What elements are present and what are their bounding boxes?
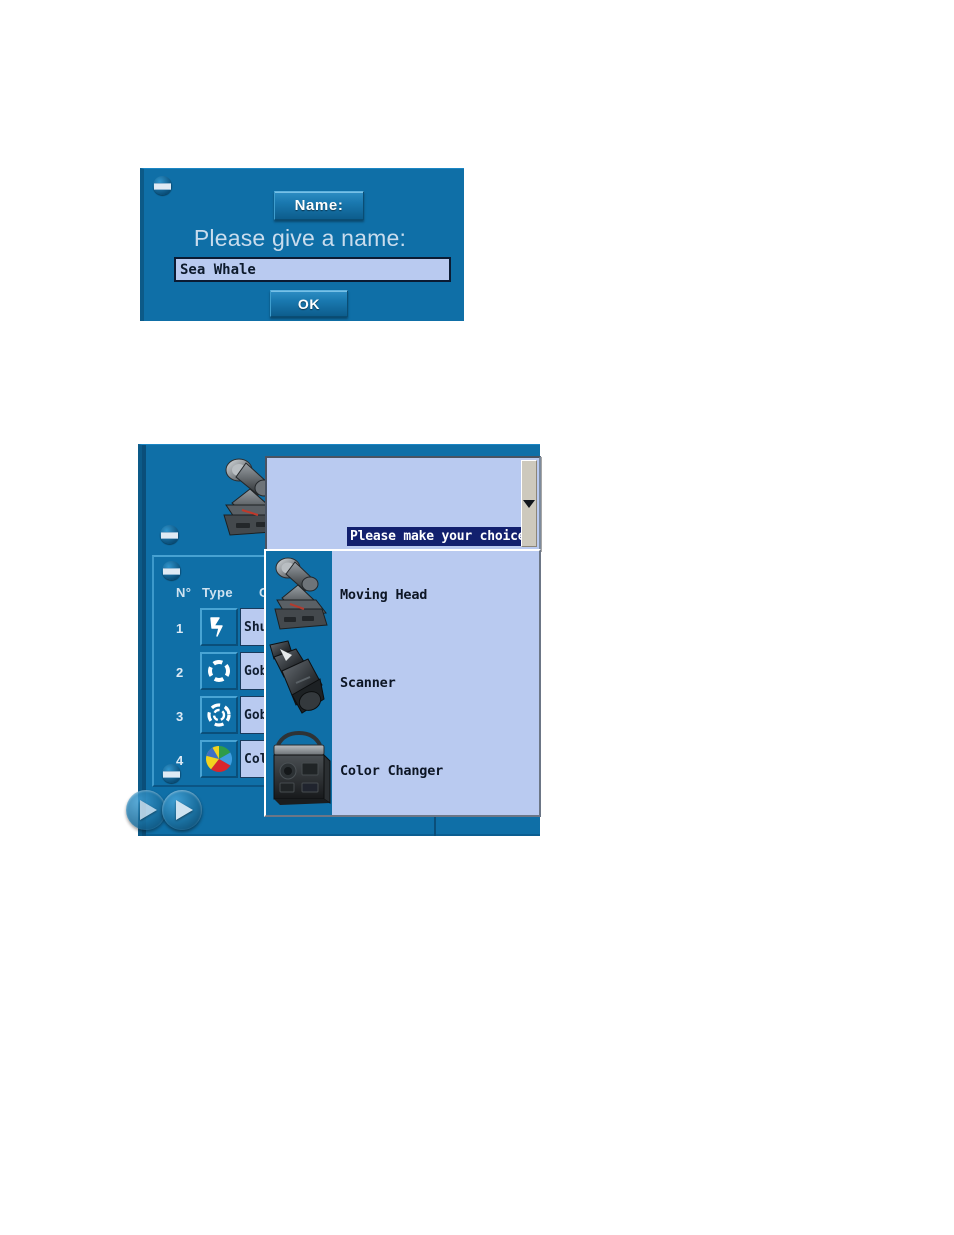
gobo-wheel-open-icon [200,652,238,690]
shutter-strobe-icon [200,608,238,646]
fixture-dialog: N° Type Cha 1 Shutt 2 [126,444,541,836]
dropdown-option-moving-head[interactable]: Moving Head [266,551,539,639]
page-root: Name: Please give a name: Sea Whale OK N… [0,0,954,1235]
dropdown-option-label: Scanner [340,675,396,691]
collapse-pill-icon[interactable] [162,561,181,580]
row-number: 2 [176,665,184,680]
fixture-type-dropdown-list[interactable]: Moving Head Scanner Color Changer [264,549,541,817]
next-arrow-icon [176,800,193,820]
dropdown-option-scanner[interactable]: Scanner [266,639,539,727]
collapse-pill-icon[interactable] [153,176,172,195]
row-number: 1 [176,621,184,636]
ok-button[interactable]: OK [270,290,348,317]
prev-button[interactable] [126,790,166,830]
name-dialog: Name: Please give a name: Sea Whale OK [140,168,464,321]
color-changer-icon [266,727,332,815]
combo-scrollbar[interactable] [521,460,537,547]
dropdown-option-label: Moving Head [340,587,428,603]
combo-selected-value: Please make your choice: [347,527,537,546]
scroll-down-arrow-icon[interactable] [523,499,535,508]
name-input[interactable]: Sea Whale [174,257,451,282]
name-title-button[interactable]: Name: [274,191,364,220]
dropdown-option-color-changer[interactable]: Color Changer [266,727,539,815]
fixture-type-combo[interactable]: Please make your choice: [265,456,541,551]
moving-head-icon [266,551,332,639]
dropdown-option-label: Color Changer [340,763,444,779]
color-wheel-icon [200,740,238,778]
collapse-pill-icon[interactable] [160,525,179,544]
column-header-type: Type [202,585,233,600]
column-header-number: N° [176,585,192,600]
next-button[interactable] [162,790,202,830]
name-prompt-label: Please give a name: [193,225,407,251]
row-number: 3 [176,709,184,724]
prev-arrow-icon [140,800,157,820]
scanner-icon [266,639,332,727]
footer-divider [146,834,540,836]
gobo-rotation-icon [200,696,238,734]
row-number: 4 [176,753,184,768]
